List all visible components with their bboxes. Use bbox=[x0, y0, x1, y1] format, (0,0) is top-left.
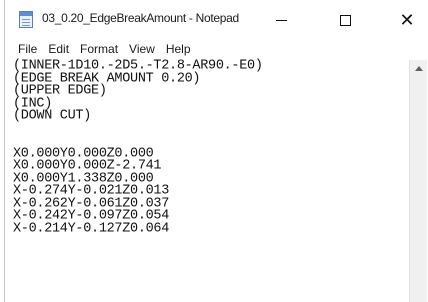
menu-bar: File Edit Format View Help bbox=[5, 40, 428, 59]
scroll-up-button[interactable] bbox=[410, 60, 427, 77]
vertical-scrollbar[interactable] bbox=[409, 60, 427, 302]
title-bar[interactable]: 03_0.20_EdgeBreakAmount - Notepad ✕ bbox=[5, 0, 428, 40]
maximize-button[interactable] bbox=[323, 0, 367, 40]
minimize-icon bbox=[275, 19, 287, 21]
scroll-up-arrow-icon bbox=[414, 66, 423, 71]
menu-help[interactable]: Help bbox=[160, 40, 196, 59]
window-title: 03_0.20_EdgeBreakAmount - Notepad bbox=[42, 11, 239, 25]
notepad-window: 03_0.20_EdgeBreakAmount - Notepad ✕ File… bbox=[4, 0, 428, 302]
maximize-icon bbox=[339, 14, 351, 26]
text-line: X-0.214Y-0.127Z0.064 bbox=[13, 220, 170, 237]
minimize-button[interactable] bbox=[259, 0, 303, 40]
menu-file[interactable]: File bbox=[5, 40, 42, 59]
notepad-icon bbox=[19, 11, 33, 28]
close-icon: ✕ bbox=[399, 9, 415, 31]
close-button[interactable]: ✕ bbox=[385, 0, 428, 40]
menu-view[interactable]: View bbox=[123, 40, 160, 59]
menu-format[interactable]: Format bbox=[74, 40, 123, 59]
text-line: (DOWN CUT) bbox=[13, 107, 92, 124]
menu-edit[interactable]: Edit bbox=[42, 40, 74, 59]
text-editor[interactable]: (INNER-1D10.-2D5.-T2.8-AR90.-E0) (EDGE B… bbox=[13, 59, 407, 302]
text-line bbox=[13, 123, 407, 136]
text-line: (UPPER EDGE) bbox=[13, 82, 107, 99]
